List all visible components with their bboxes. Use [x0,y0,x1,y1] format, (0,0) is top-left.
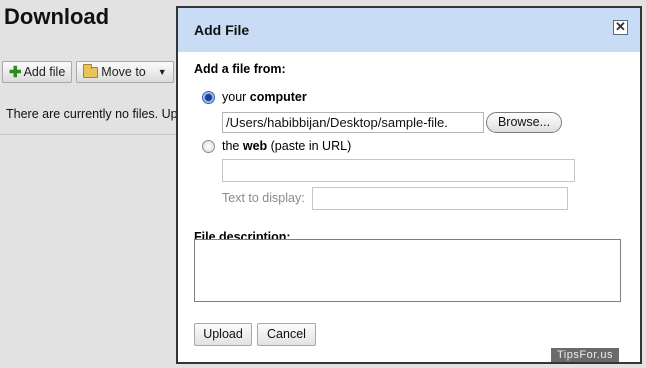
add-file-button[interactable]: ✚ Add file [2,61,73,83]
file-path-input[interactable]: /Users/habibbijan/Desktop/sample-file. [222,112,484,133]
dialog-body: Add a file from: your computer /Users/ha… [192,52,626,362]
cancel-button[interactable]: Cancel [257,323,316,346]
move-to-label: Move to [101,65,146,79]
toolbar: ✚ Add file Move to ▼ [2,61,182,83]
option-computer-label: your computer [222,90,307,104]
radio-web[interactable] [202,140,215,153]
option-computer-prefix: your [222,90,250,104]
close-icon[interactable]: ✕ [613,20,628,35]
upload-button[interactable]: Upload [194,323,252,346]
add-file-dialog: Add File ✕ Add a file from: your compute… [176,6,642,364]
browse-button[interactable]: Browse... [486,112,562,133]
dialog-title: Add File [194,22,250,38]
url-input[interactable] [222,159,575,182]
add-from-label: Add a file from: [194,62,286,76]
divider [0,134,180,135]
chevron-down-icon: ▼ [157,67,167,77]
option-web-suffix: (paste in URL) [267,139,352,153]
folder-icon [83,63,99,78]
plus-icon: ✚ [9,63,22,81]
option-web-label: the web (paste in URL) [222,139,351,153]
dialog-header: Add File ✕ [178,8,640,52]
text-to-display-label: Text to display: [222,191,305,205]
file-description-textarea[interactable] [194,239,621,302]
radio-your-computer[interactable] [202,91,215,104]
option-computer-bold: computer [249,90,307,104]
option-web-prefix: the [222,139,243,153]
add-file-label: Add file [23,65,66,79]
move-to-button[interactable]: Move to ▼ [76,61,174,83]
watermark: TipsFor.us [551,348,619,362]
text-to-display-input[interactable] [312,187,568,210]
page-title: Download [4,4,110,29]
option-web-bold: web [242,139,268,153]
empty-files-message: There are currently no files. Uplo [6,107,188,121]
